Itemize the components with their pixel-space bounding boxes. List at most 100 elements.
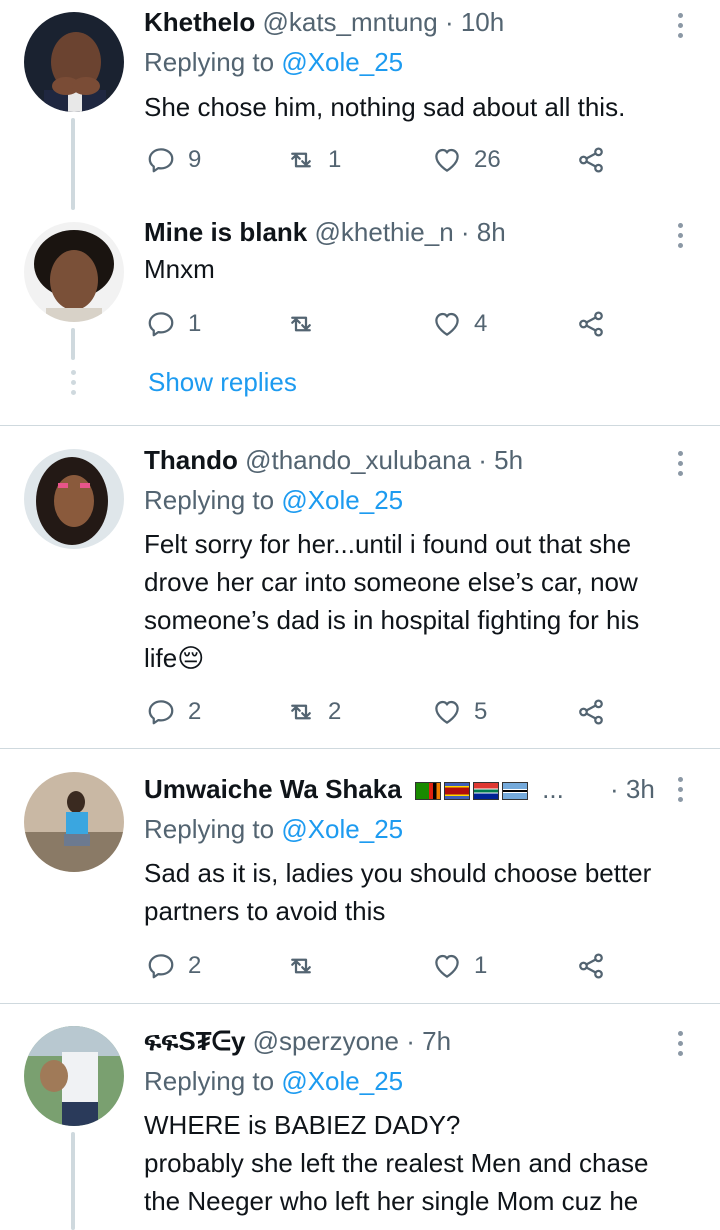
- tweet-mine-is-blank[interactable]: Mine is blank @khethie_n · 8h Mnxm 1 4 S…: [0, 210, 720, 425]
- more-vertical-icon[interactable]: [670, 446, 690, 486]
- timestamp[interactable]: · 7h: [406, 1026, 451, 1056]
- timestamp[interactable]: · 8h: [461, 217, 506, 247]
- tweet-header: ፍፍS₮ᕮy @sperzyone · 7h: [144, 1024, 670, 1058]
- heart-icon: [435, 312, 459, 336]
- reply-icon: [148, 954, 174, 979]
- mention-link[interactable]: @Xole_25: [281, 1066, 403, 1096]
- reply-button[interactable]: 2: [146, 946, 201, 986]
- mention-link[interactable]: @Xole_25: [281, 814, 403, 844]
- mention-link[interactable]: @Xole_25: [281, 485, 403, 515]
- divider: [0, 1003, 720, 1004]
- retweet-icon: [291, 152, 311, 168]
- share-button[interactable]: [576, 304, 606, 344]
- tweet-text-line: someone’s dad is in hospital fighting fo…: [144, 605, 640, 635]
- show-replies-link[interactable]: Show replies: [148, 365, 297, 399]
- avatar[interactable]: [24, 1026, 124, 1126]
- tweet-umwaiche-wa-shaka[interactable]: Umwaiche Wa Shaka ... · 3h Replying to @…: [0, 770, 720, 1003]
- flag-botswana-icon: [501, 782, 528, 801]
- retweet-button[interactable]: 2: [286, 692, 341, 732]
- like-button[interactable]: 5: [432, 692, 487, 732]
- reply-icon: [148, 148, 174, 173]
- mention-link[interactable]: @Xole_25: [281, 47, 403, 77]
- replying-to: Replying to @Xole_25: [144, 1064, 403, 1098]
- heart-icon: [435, 700, 459, 724]
- reply-count: 9: [188, 146, 202, 173]
- like-count: 4: [474, 310, 488, 337]
- tweet-text-line: life😔: [144, 643, 205, 673]
- reply-button[interactable]: 9: [146, 140, 201, 180]
- avatar[interactable]: [24, 449, 124, 549]
- user-handle[interactable]: @thando_xulubana: [245, 445, 471, 475]
- share-button[interactable]: [576, 692, 606, 732]
- reply-count: 1: [188, 310, 202, 337]
- tweet-text: Sad as it is, ladies you should choose b…: [144, 854, 704, 930]
- tweet-text-line: probably she left the realest Men and ch…: [144, 1148, 649, 1178]
- timestamp[interactable]: · 3h: [610, 772, 655, 806]
- replying-to-prefix: Replying to: [144, 47, 282, 77]
- avatar[interactable]: [24, 12, 124, 112]
- replying-to-prefix: Replying to: [144, 814, 282, 844]
- tweet-header: Mine is blank @khethie_n · 8h: [144, 215, 670, 249]
- replying-to-prefix: Replying to: [144, 485, 282, 515]
- replying-to: Replying to @Xole_25: [144, 45, 403, 79]
- avatar[interactable]: [24, 772, 124, 872]
- thread-dots: [70, 370, 76, 400]
- tweet-khethelo[interactable]: Khethelo @kats_mntung · 10h Replying to …: [0, 0, 720, 210]
- retweet-button[interactable]: [286, 304, 328, 344]
- tweet-text-line: Sad as it is, ladies you should choose b…: [144, 858, 652, 888]
- retweet-button[interactable]: [286, 946, 328, 986]
- share-icon: [579, 953, 603, 979]
- retweet-count: 2: [328, 698, 342, 725]
- tweet-actions: 1 4: [144, 304, 664, 344]
- tweet-header: Thando @thando_xulubana · 5h: [144, 443, 670, 477]
- retweet-count: 1: [328, 146, 342, 173]
- like-button[interactable]: 26: [432, 140, 501, 180]
- user-handle[interactable]: @khethie_n: [315, 217, 454, 247]
- display-name[interactable]: ፍፍS₮ᕮy: [144, 1026, 245, 1056]
- tweet-text-line: Felt sorry for her...until i found out t…: [144, 529, 632, 559]
- replying-to: Replying to @Xole_25: [144, 483, 403, 517]
- tweet-actions: 9 1 26: [144, 140, 664, 180]
- tweet-thando[interactable]: Thando @thando_xulubana · 5h Replying to…: [0, 440, 720, 748]
- tweet-text: Mnxm: [144, 254, 215, 284]
- display-name[interactable]: Khethelo: [144, 7, 255, 37]
- display-name[interactable]: Mine is blank: [144, 217, 307, 247]
- like-button[interactable]: 1: [432, 946, 487, 986]
- thread-line: [71, 328, 75, 360]
- divider: [0, 425, 720, 426]
- display-name[interactable]: Thando: [144, 445, 238, 475]
- heart-icon: [435, 954, 459, 978]
- user-handle[interactable]: @kats_mntung: [262, 7, 437, 37]
- display-name[interactable]: Umwaiche Wa Shaka: [144, 774, 402, 804]
- retweet-icon: [291, 704, 311, 720]
- share-icon: [579, 147, 603, 173]
- flag-zambia-icon: [414, 782, 441, 801]
- more-vertical-icon[interactable]: [670, 772, 690, 812]
- like-count: 5: [474, 698, 488, 725]
- timestamp[interactable]: · 5h: [478, 445, 523, 475]
- retweet-button[interactable]: 1: [286, 140, 341, 180]
- avatar[interactable]: [24, 222, 124, 322]
- tweet-sperzyone[interactable]: ፍፍS₮ᕮy @sperzyone · 7h Replying to @Xole…: [0, 1022, 720, 1230]
- tweet-header: Umwaiche Wa Shaka ...: [144, 772, 660, 806]
- like-count: 26: [474, 146, 501, 173]
- name-truncation: ...: [542, 774, 564, 804]
- timestamp[interactable]: · 10h: [445, 7, 504, 37]
- thread-line: [71, 118, 75, 210]
- reply-icon: [148, 312, 174, 337]
- tweet-actions: 2 1: [144, 946, 664, 986]
- tweet-text: WHERE is BABIEZ DADY? probably she left …: [144, 1106, 704, 1220]
- tweet-actions: 2 2 5: [144, 692, 664, 732]
- flag-south-africa-icon: [472, 782, 499, 801]
- user-handle[interactable]: @sperzyone: [253, 1026, 399, 1056]
- reply-button[interactable]: 2: [146, 692, 201, 732]
- share-button[interactable]: [576, 140, 606, 180]
- more-vertical-icon[interactable]: [670, 1026, 690, 1066]
- retweet-icon: [291, 958, 311, 974]
- more-vertical-icon[interactable]: [670, 8, 690, 48]
- reply-button[interactable]: 1: [146, 304, 201, 344]
- reply-count: 2: [188, 698, 202, 725]
- tweet-text: She chose him, nothing sad about all thi…: [144, 92, 626, 122]
- like-button[interactable]: 4: [432, 304, 487, 344]
- share-button[interactable]: [576, 946, 606, 986]
